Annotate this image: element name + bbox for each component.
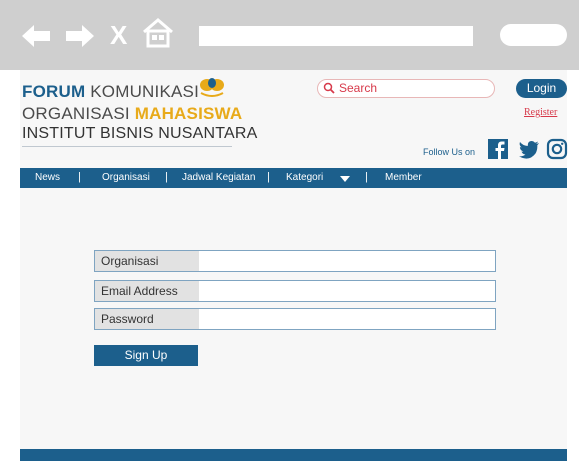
logo-divider <box>22 146 232 147</box>
address-bar[interactable] <box>199 26 473 46</box>
browser-toolbar: X <box>0 0 579 70</box>
footer-bar <box>20 449 567 461</box>
register-link[interactable]: Register <box>524 107 557 118</box>
browser-search-box[interactable] <box>500 24 567 46</box>
main-nav: News | Organisasi | Jadwal Kegiatan | Ka… <box>20 168 567 188</box>
nav-separator: | <box>165 171 168 183</box>
nav-item-news[interactable]: News <box>35 172 60 183</box>
login-button[interactable]: Login <box>516 79 567 98</box>
nav-separator: | <box>267 171 270 183</box>
search-placeholder: Search <box>339 81 378 95</box>
search-box[interactable]: Search <box>317 79 495 98</box>
logo-emblem-icon <box>200 78 224 97</box>
organisasi-label: Organisasi <box>95 251 199 271</box>
follow-us-label: Follow Us on <box>423 147 476 157</box>
search-icon <box>323 82 335 94</box>
email-input[interactable] <box>199 281 495 301</box>
close-icon[interactable]: X <box>110 20 127 51</box>
chevron-down-icon[interactable] <box>340 176 350 182</box>
email-label: Email Address <box>95 281 199 301</box>
password-label: Password <box>95 309 199 329</box>
password-field: Password <box>94 308 496 330</box>
logo-line-2: ORGANISASI MAHASISWA <box>22 104 243 123</box>
sign-up-button[interactable]: Sign Up <box>94 345 198 366</box>
email-field: Email Address <box>94 280 496 302</box>
nav-separator: | <box>365 171 368 183</box>
organisasi-input[interactable] <box>199 251 495 271</box>
facebook-icon[interactable] <box>487 138 509 160</box>
twitter-icon[interactable] <box>518 138 540 160</box>
nav-item-kategori[interactable]: Kategori <box>286 172 323 183</box>
nav-item-organisasi[interactable]: Organisasi <box>102 172 150 183</box>
nav-separator: | <box>78 171 81 183</box>
logo-line-1: FORUM KOMUNIKASI <box>22 82 199 101</box>
instagram-icon[interactable] <box>546 138 568 160</box>
home-icon[interactable] <box>141 16 175 50</box>
forward-arrow-icon[interactable] <box>62 19 96 53</box>
back-arrow-icon[interactable] <box>20 19 54 53</box>
password-input[interactable] <box>199 309 495 329</box>
organisasi-field: Organisasi <box>94 250 496 272</box>
logo-line-3: INSTITUT BISNIS NUSANTARA <box>22 125 258 142</box>
nav-item-member[interactable]: Member <box>385 172 422 183</box>
nav-item-jadwal-kegiatan[interactable]: Jadwal Kegiatan <box>182 172 255 183</box>
